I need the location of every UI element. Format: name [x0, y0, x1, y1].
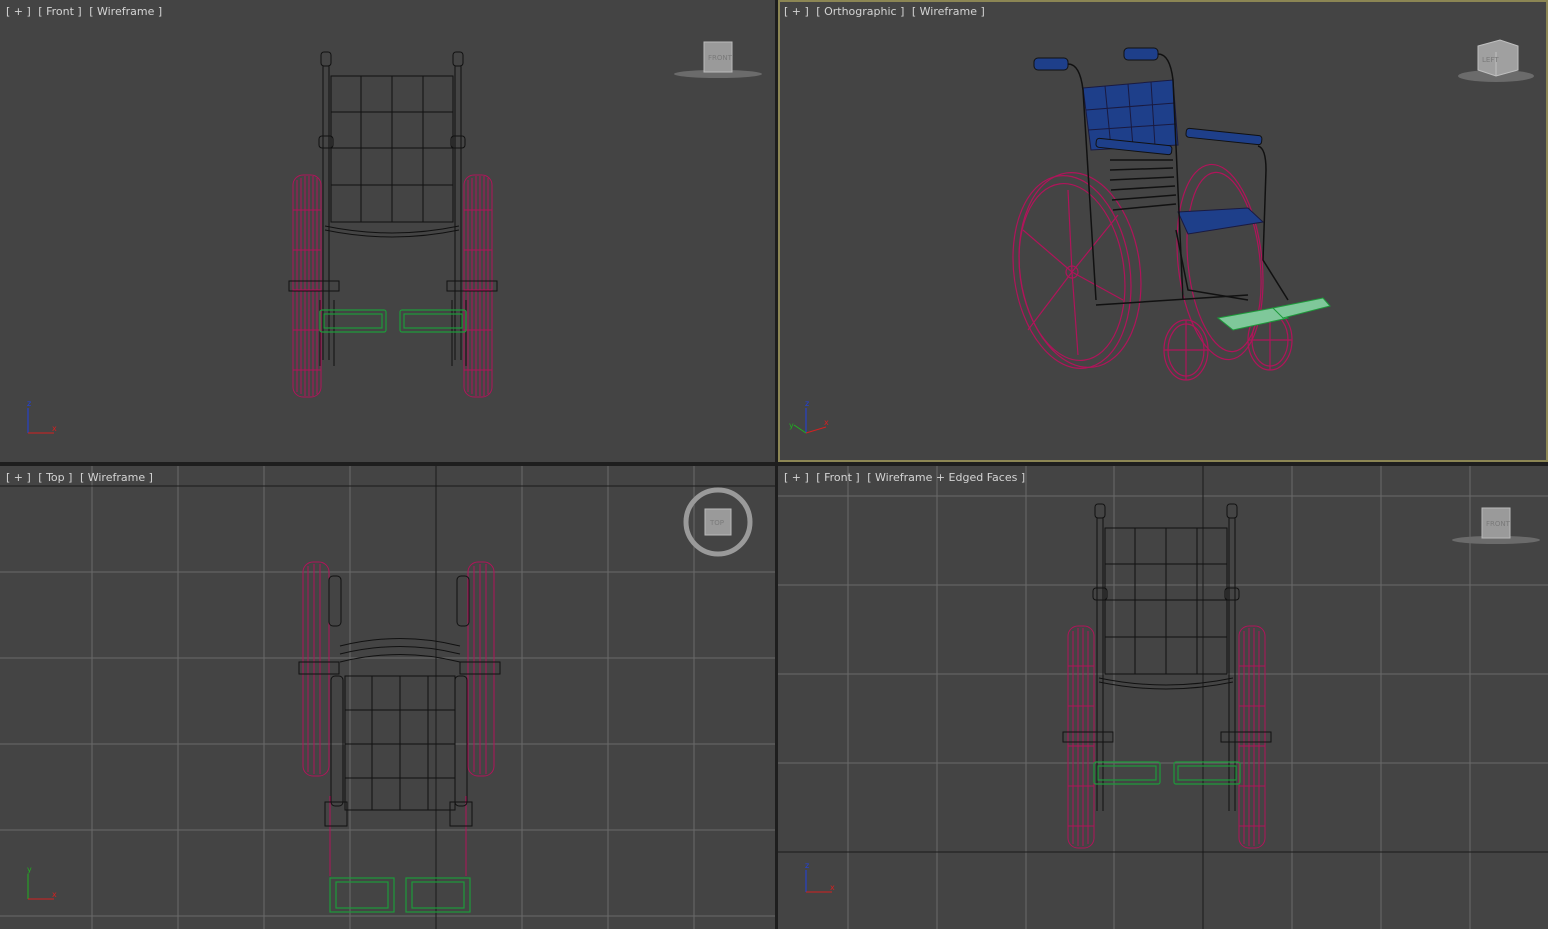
svg-text:z: z: [805, 861, 809, 870]
wheel-left: [292, 174, 322, 398]
top-view-canvas: TOP yx: [0, 466, 775, 929]
viewport-view-menu[interactable]: [ Top ]: [38, 471, 72, 484]
viewcube[interactable]: LEFT: [1458, 39, 1534, 82]
footrests: [1216, 297, 1331, 331]
footrests: [319, 309, 467, 333]
viewcube[interactable]: TOP: [683, 487, 753, 557]
grid-axes: [778, 466, 1548, 929]
svg-text:y: y: [789, 421, 794, 430]
svg-text:x: x: [52, 424, 57, 433]
viewcube[interactable]: FRONT: [674, 41, 762, 78]
viewport-top-wireframe[interactable]: TOP yx [ + ] [ Top ] [Wireframe]: [0, 466, 775, 929]
axis-tripod: zx: [805, 861, 835, 893]
svg-text:TOP: TOP: [709, 519, 724, 527]
orthographic-view-canvas: LEFT zxy: [789, 39, 1534, 434]
viewport-orthographic-wireframe[interactable]: [ + ] [ Orthographic ] [ Wireframe ] LEF…: [778, 0, 1548, 462]
svg-text:x: x: [830, 883, 835, 892]
seat-bottom: [1177, 207, 1265, 235]
footrests: [329, 877, 471, 913]
svg-text:x: x: [824, 418, 829, 427]
svg-text:FRONT: FRONT: [1486, 520, 1511, 528]
grid: [778, 466, 1548, 929]
viewport-view-menu[interactable]: [ Front ]: [816, 471, 859, 484]
viewport-shading-menu[interactable]: [ Wireframe ]: [80, 471, 153, 484]
rear-wheel-left: [1012, 171, 1142, 369]
svg-text:FRONT: FRONT: [708, 54, 733, 62]
svg-text:y: y: [27, 865, 32, 874]
footrests: [1093, 761, 1241, 785]
grid: [0, 466, 775, 929]
viewcube[interactable]: FRONT: [1452, 507, 1540, 544]
front-view-canvas: FRONT zx: [27, 41, 762, 434]
viewport-front-edged-faces[interactable]: FRONT zx [ + ] [Front] [Wireframe + E…: [778, 466, 1548, 929]
axis-tripod: zx: [27, 399, 57, 434]
viewport-label: [ + ] [ Top ] [ Wireframe ]: [6, 471, 157, 484]
axis-tripod: z x y: [789, 399, 829, 434]
svg-text:LEFT: LEFT: [1482, 56, 1499, 64]
viewport-menu-plus[interactable]: [ + ]: [6, 471, 31, 484]
wheels: [302, 561, 495, 876]
front-edged-view-canvas: FRONT zx: [778, 466, 1548, 929]
viewport-label: [ + ] [ Front ] [ Wireframe + Edged Face…: [784, 471, 1029, 484]
viewport-menu-plus[interactable]: [ + ]: [784, 471, 809, 484]
svg-text:z: z: [27, 399, 31, 408]
viewport-front-wireframe[interactable]: [ + ] [ Front ] [ Wireframe ] FRONT z x: [0, 0, 775, 462]
grid-axes: [0, 466, 775, 929]
viewport-shading-menu[interactable]: [ Wireframe + Edged Faces ]: [867, 471, 1025, 484]
wheel-right: [463, 174, 493, 398]
rear-wheel-right: [1176, 163, 1264, 361]
svg-text:z: z: [805, 399, 809, 408]
axis-tripod: yx: [27, 865, 57, 900]
svg-text:x: x: [52, 890, 57, 899]
